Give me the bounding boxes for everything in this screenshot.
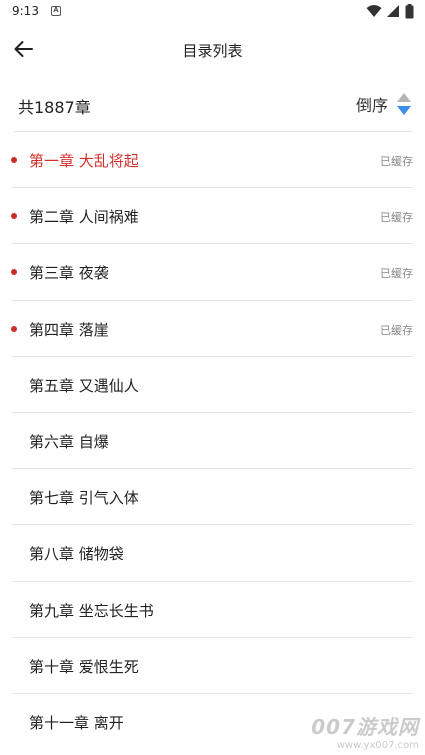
chapter-title: 第六章 自爆 bbox=[29, 432, 109, 451]
chapter-title: 第一章 大乱将起 bbox=[29, 152, 139, 170]
cached-status: 已缓存 bbox=[380, 323, 413, 337]
watermark-url: www.yx007.com bbox=[336, 740, 419, 751]
cached-status: 已缓存 bbox=[380, 267, 413, 281]
catalog-summary: 共1887章 倒序 bbox=[14, 78, 412, 132]
page-title: 目录列表 bbox=[182, 42, 243, 60]
cached-status: 已缓存 bbox=[380, 155, 413, 168]
chapter-item[interactable]: 第二章 人间祸难 已缓存 bbox=[0, 188, 425, 245]
watermark: 007游戏网 www.yx007.com bbox=[311, 711, 419, 751]
chapter-item[interactable]: 第十章 爱恨生死 bbox=[0, 638, 425, 694]
cached-dot-icon bbox=[11, 325, 17, 332]
chapter-title: 第四章 落崖 bbox=[29, 320, 109, 339]
cached-dot-icon bbox=[11, 213, 17, 220]
wifi-icon bbox=[366, 5, 382, 17]
chapter-title: 第十一章 离开 bbox=[29, 713, 124, 732]
chapter-item[interactable]: 第三章 夜袭 已缓存 bbox=[0, 244, 425, 301]
status-bar: 9:13 A bbox=[0, 0, 425, 24]
chapter-item[interactable]: 第七章 引气入体 bbox=[0, 469, 425, 526]
chapter-item[interactable]: 第九章 坐忘长生书 bbox=[0, 582, 425, 638]
toolbar: 目录列表 bbox=[0, 24, 425, 76]
signal-icon bbox=[387, 5, 399, 17]
chapter-item[interactable]: 第四章 落崖 已缓存 bbox=[0, 301, 425, 357]
chapter-count: 共1887章 bbox=[18, 98, 91, 117]
chapter-item[interactable]: 第八章 储物袋 bbox=[0, 525, 425, 582]
cached-dot-icon bbox=[11, 269, 17, 276]
chapter-title: 第八章 储物袋 bbox=[29, 545, 124, 564]
chapter-item[interactable]: 第五章 又遇仙人 bbox=[0, 357, 425, 413]
sort-order-button[interactable]: 倒序 bbox=[356, 90, 412, 118]
sort-order-label: 倒序 bbox=[355, 96, 388, 115]
chapter-title: 第九章 坐忘长生书 bbox=[29, 601, 154, 620]
watermark-logo: 007游戏网 bbox=[311, 715, 419, 739]
status-time: 9:13 bbox=[12, 4, 39, 18]
chapter-list: 第一章 大乱将起 已缓存 第二章 人间祸难 已缓存 第三章 夜袭 已缓存 第四章… bbox=[0, 132, 425, 750]
chapter-title: 第三章 夜袭 bbox=[29, 264, 109, 283]
sort-toggle-icon bbox=[397, 93, 411, 115]
cached-status: 已缓存 bbox=[380, 211, 413, 225]
chapter-title: 第十章 爱恨生死 bbox=[29, 657, 139, 676]
chapter-item[interactable]: 第一章 大乱将起 已缓存 bbox=[0, 132, 425, 189]
battery-icon bbox=[405, 4, 414, 19]
chapter-title: 第五章 又遇仙人 bbox=[29, 376, 139, 395]
chapter-title: 第二章 人间祸难 bbox=[29, 208, 139, 227]
notification-a-icon: A bbox=[51, 6, 61, 16]
chapter-title: 第七章 引气入体 bbox=[29, 489, 139, 508]
chapter-item[interactable]: 第六章 自爆 bbox=[0, 413, 425, 470]
cached-dot-icon bbox=[11, 157, 17, 163]
